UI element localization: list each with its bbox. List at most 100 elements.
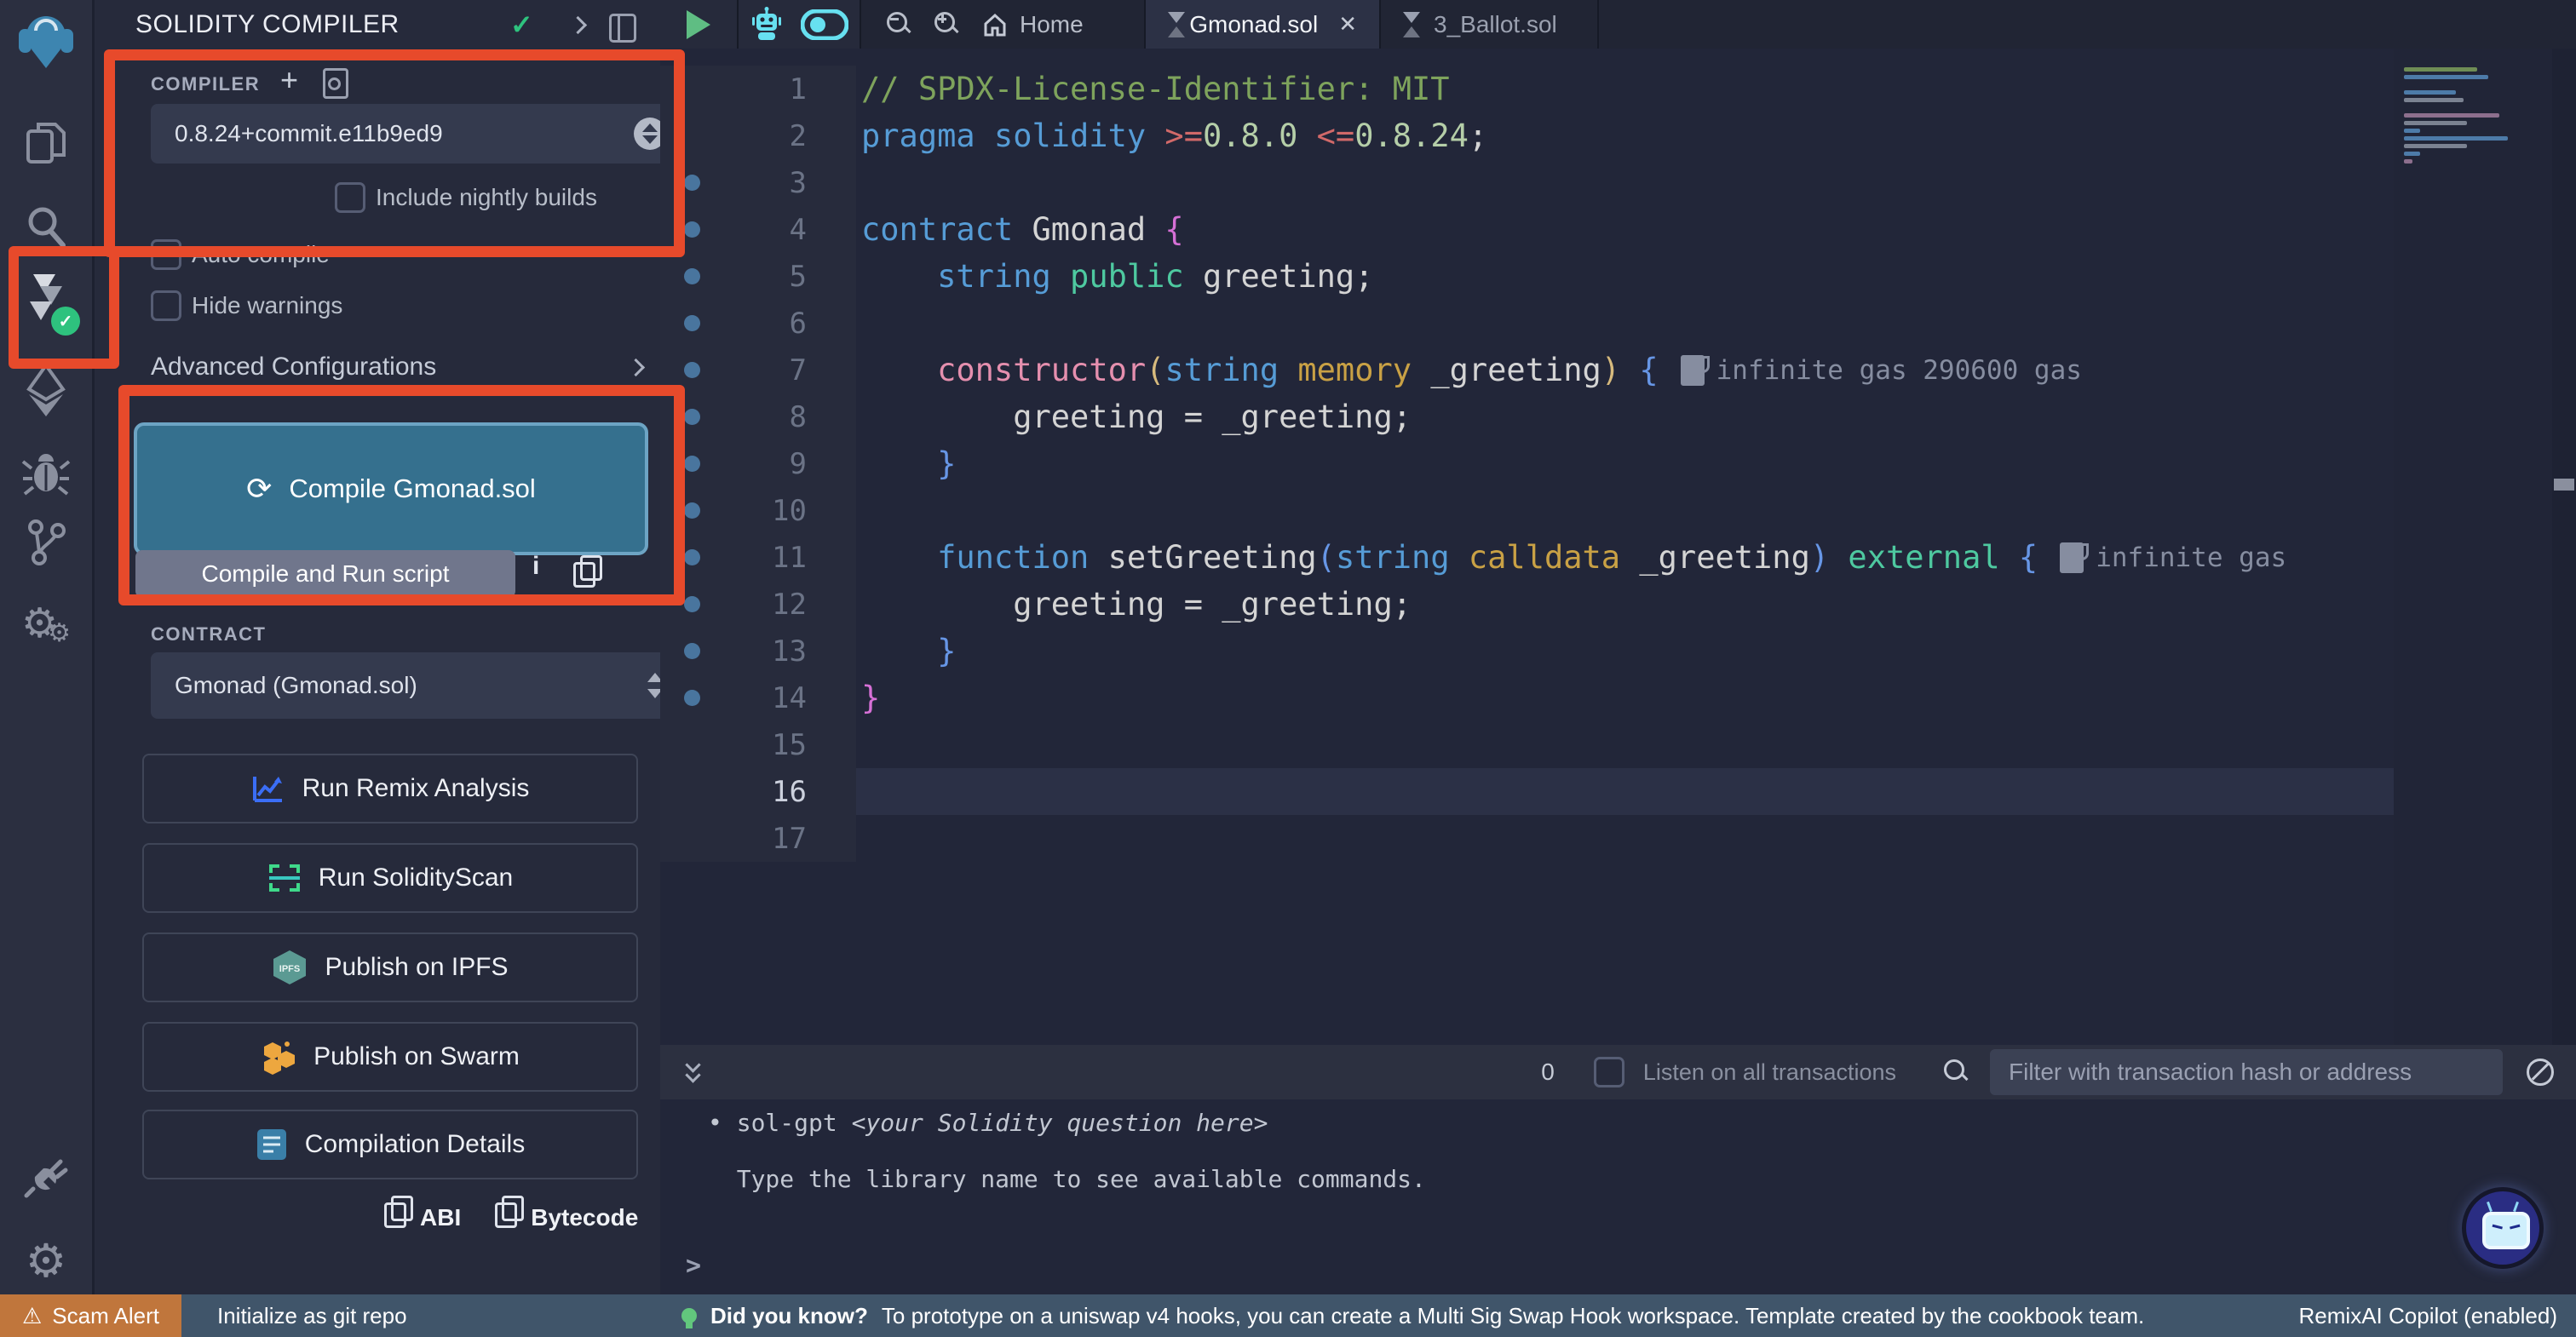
copy-abi-icon[interactable] (384, 1202, 406, 1232)
git-icon[interactable] (0, 514, 92, 571)
line-number: 2 (660, 119, 807, 153)
robot-face-icon (2482, 1212, 2530, 1249)
editor-line-17[interactable]: 17 (660, 815, 2394, 862)
editor-line-15[interactable]: 15 (660, 721, 2394, 768)
editor-line-3[interactable]: 3 (660, 159, 2394, 206)
editor-line-12[interactable]: 12 greeting = _greeting; (660, 581, 2394, 628)
zoom-out-icon[interactable] (887, 12, 912, 37)
editor-line-16[interactable]: 16 (660, 768, 2394, 815)
zoom-in-icon[interactable] (934, 12, 960, 37)
did-you-know-tip: Did you know? To prototype on a uniswap … (681, 1294, 2144, 1337)
clear-console-icon[interactable] (2527, 1059, 2554, 1086)
editor-line-2[interactable]: 2pragma solidity >=0.8.0 <=0.8.24; (660, 112, 2394, 159)
transaction-filter-input[interactable] (1990, 1049, 2503, 1095)
advanced-configurations-label: Advanced Configurations (151, 353, 436, 382)
settings-icon[interactable]: ⚙ (0, 1233, 92, 1289)
add-compiler-icon[interactable]: + (280, 65, 298, 95)
editor-line-10[interactable]: 10 (660, 487, 2394, 534)
editor-line-5[interactable]: 5 string public greeting; (660, 253, 2394, 300)
file-explorer-icon[interactable] (0, 114, 92, 172)
copy-bytecode-icon[interactable] (495, 1202, 517, 1232)
solidity-file-icon (1403, 12, 1420, 37)
gas-estimate: infinite gas (2060, 542, 2286, 573)
editor-line-8[interactable]: 8 greeting = _greeting; (660, 393, 2394, 440)
sol-gpt-command: sol-gpt (737, 1109, 852, 1137)
debugger-icon[interactable] (0, 443, 92, 502)
tip-title: Did you know? (710, 1303, 868, 1329)
compilation-details-button[interactable]: Compilation Details (142, 1110, 638, 1179)
editor-line-7[interactable]: 7 constructor(string memory _greeting) {… (660, 347, 2394, 393)
remixai-copilot-avatar[interactable] (2462, 1187, 2544, 1269)
transaction-count: 0 (1541, 1059, 1555, 1086)
line-number: 13 (660, 634, 807, 668)
compiler-version-select[interactable]: 0.8.24+commit.e11b9ed9 (151, 104, 680, 164)
git-init-button[interactable]: Initialize as git repo (217, 1294, 407, 1337)
collapse-terminal-icon[interactable] (682, 1058, 708, 1087)
compile-and-run-button[interactable]: Compile and Run script (135, 550, 515, 598)
editor-line-4[interactable]: 4contract Gmonad { (660, 206, 2394, 253)
tab-home[interactable]: Home (982, 11, 1084, 38)
remix-logo-icon[interactable] (0, 7, 92, 75)
editor-line-6[interactable]: 6 (660, 300, 2394, 347)
auto-compile-checkbox[interactable] (151, 239, 181, 270)
scrollbar-thumb[interactable] (2554, 479, 2574, 491)
hide-warnings-label: Hide warnings (192, 292, 342, 319)
run-remix-analysis-button[interactable]: Run Remix Analysis (142, 754, 638, 823)
pin-panel-icon[interactable] (609, 14, 636, 47)
terminal-search-icon[interactable] (1944, 1059, 1969, 1085)
line-number: 1 (660, 72, 807, 106)
lightbulb-icon (681, 1308, 697, 1323)
contract-select[interactable]: Gmonad (Gmonad.sol) (151, 652, 685, 719)
panel-forward-icon[interactable] (572, 19, 584, 36)
editor-line-14[interactable]: 14} (660, 674, 2394, 721)
copilot-status[interactable]: RemixAI Copilot (enabled) (2299, 1294, 2557, 1337)
bytecode-label[interactable]: Bytecode (531, 1204, 638, 1231)
compilation-details-label: Compilation Details (305, 1130, 525, 1159)
close-tab-icon[interactable]: ✕ (1338, 11, 1357, 37)
advanced-configurations[interactable]: Advanced Configurations (151, 353, 642, 382)
search-icon[interactable] (0, 198, 92, 255)
solidity-compiler-icon[interactable]: ✓ (0, 266, 92, 330)
editor-line-13[interactable]: 13 } (660, 628, 2394, 674)
compile-button-label: Compile Gmonad.sol (289, 473, 535, 504)
ai-robot-icon[interactable] (750, 7, 784, 43)
compile-button[interactable]: ⟳ Compile Gmonad.sol (134, 422, 648, 555)
ai-toggle-block (739, 0, 861, 49)
copy-script-icon[interactable] (573, 562, 595, 592)
info-icon[interactable]: i (532, 552, 539, 581)
play-icon (687, 10, 710, 39)
tab-home-label: Home (1020, 11, 1084, 38)
terminal-content: • sol-gpt <your Solidity question here> … (660, 1099, 1426, 1285)
line-number: 8 (660, 400, 807, 434)
editor-line-1[interactable]: 1// SPDX-License-Identifier: MIT (660, 66, 2394, 112)
refresh-icon: ⟳ (246, 473, 272, 504)
editor-line-11[interactable]: 11 function setGreeting(string calldata … (660, 534, 2394, 581)
line-number: 10 (660, 494, 807, 528)
listen-transactions-checkbox[interactable] (1594, 1057, 1624, 1087)
editor-scrollbar[interactable] (2552, 49, 2576, 1045)
plugin-manager-icon[interactable]: ⚙⚙ (0, 596, 92, 652)
deploy-run-icon[interactable] (0, 361, 92, 421)
minimap[interactable] (2404, 64, 2540, 167)
editor-line-9[interactable]: 9 } (660, 440, 2394, 487)
hide-warnings-checkbox[interactable] (151, 290, 181, 321)
tab-ballot[interactable]: 3_Ballot.sol (1381, 0, 1599, 49)
nightly-builds-checkbox[interactable] (335, 182, 365, 213)
publish-on-swarm-button[interactable]: Publish on Swarm (142, 1022, 638, 1092)
custom-compiler-icon[interactable] (323, 68, 348, 103)
plugin-connect-icon[interactable] (0, 1148, 92, 1204)
terminal-line: • sol-gpt <your Solidity question here> (708, 1103, 1426, 1142)
code-editor[interactable]: 1// SPDX-License-Identifier: MIT2pragma … (660, 49, 2576, 1045)
line-number: 17 (660, 822, 807, 856)
run-script-button[interactable] (660, 0, 739, 49)
publish-on-ipfs-button[interactable]: IPFS Publish on IPFS (142, 932, 638, 1002)
run-solidityscan-button[interactable]: Run SolidityScan (142, 843, 638, 913)
chevron-right-icon (627, 358, 645, 376)
scam-alert-badge[interactable]: ⚠ Scam Alert (0, 1294, 181, 1337)
contract-section-label: CONTRACT (151, 623, 266, 646)
copilot-toggle[interactable] (801, 9, 848, 40)
line-number: 12 (660, 588, 807, 622)
terminal-prompt[interactable]: > (686, 1246, 1426, 1285)
abi-label[interactable]: ABI (420, 1204, 461, 1231)
tab-gmonad[interactable]: Gmonad.sol ✕ (1146, 0, 1381, 49)
